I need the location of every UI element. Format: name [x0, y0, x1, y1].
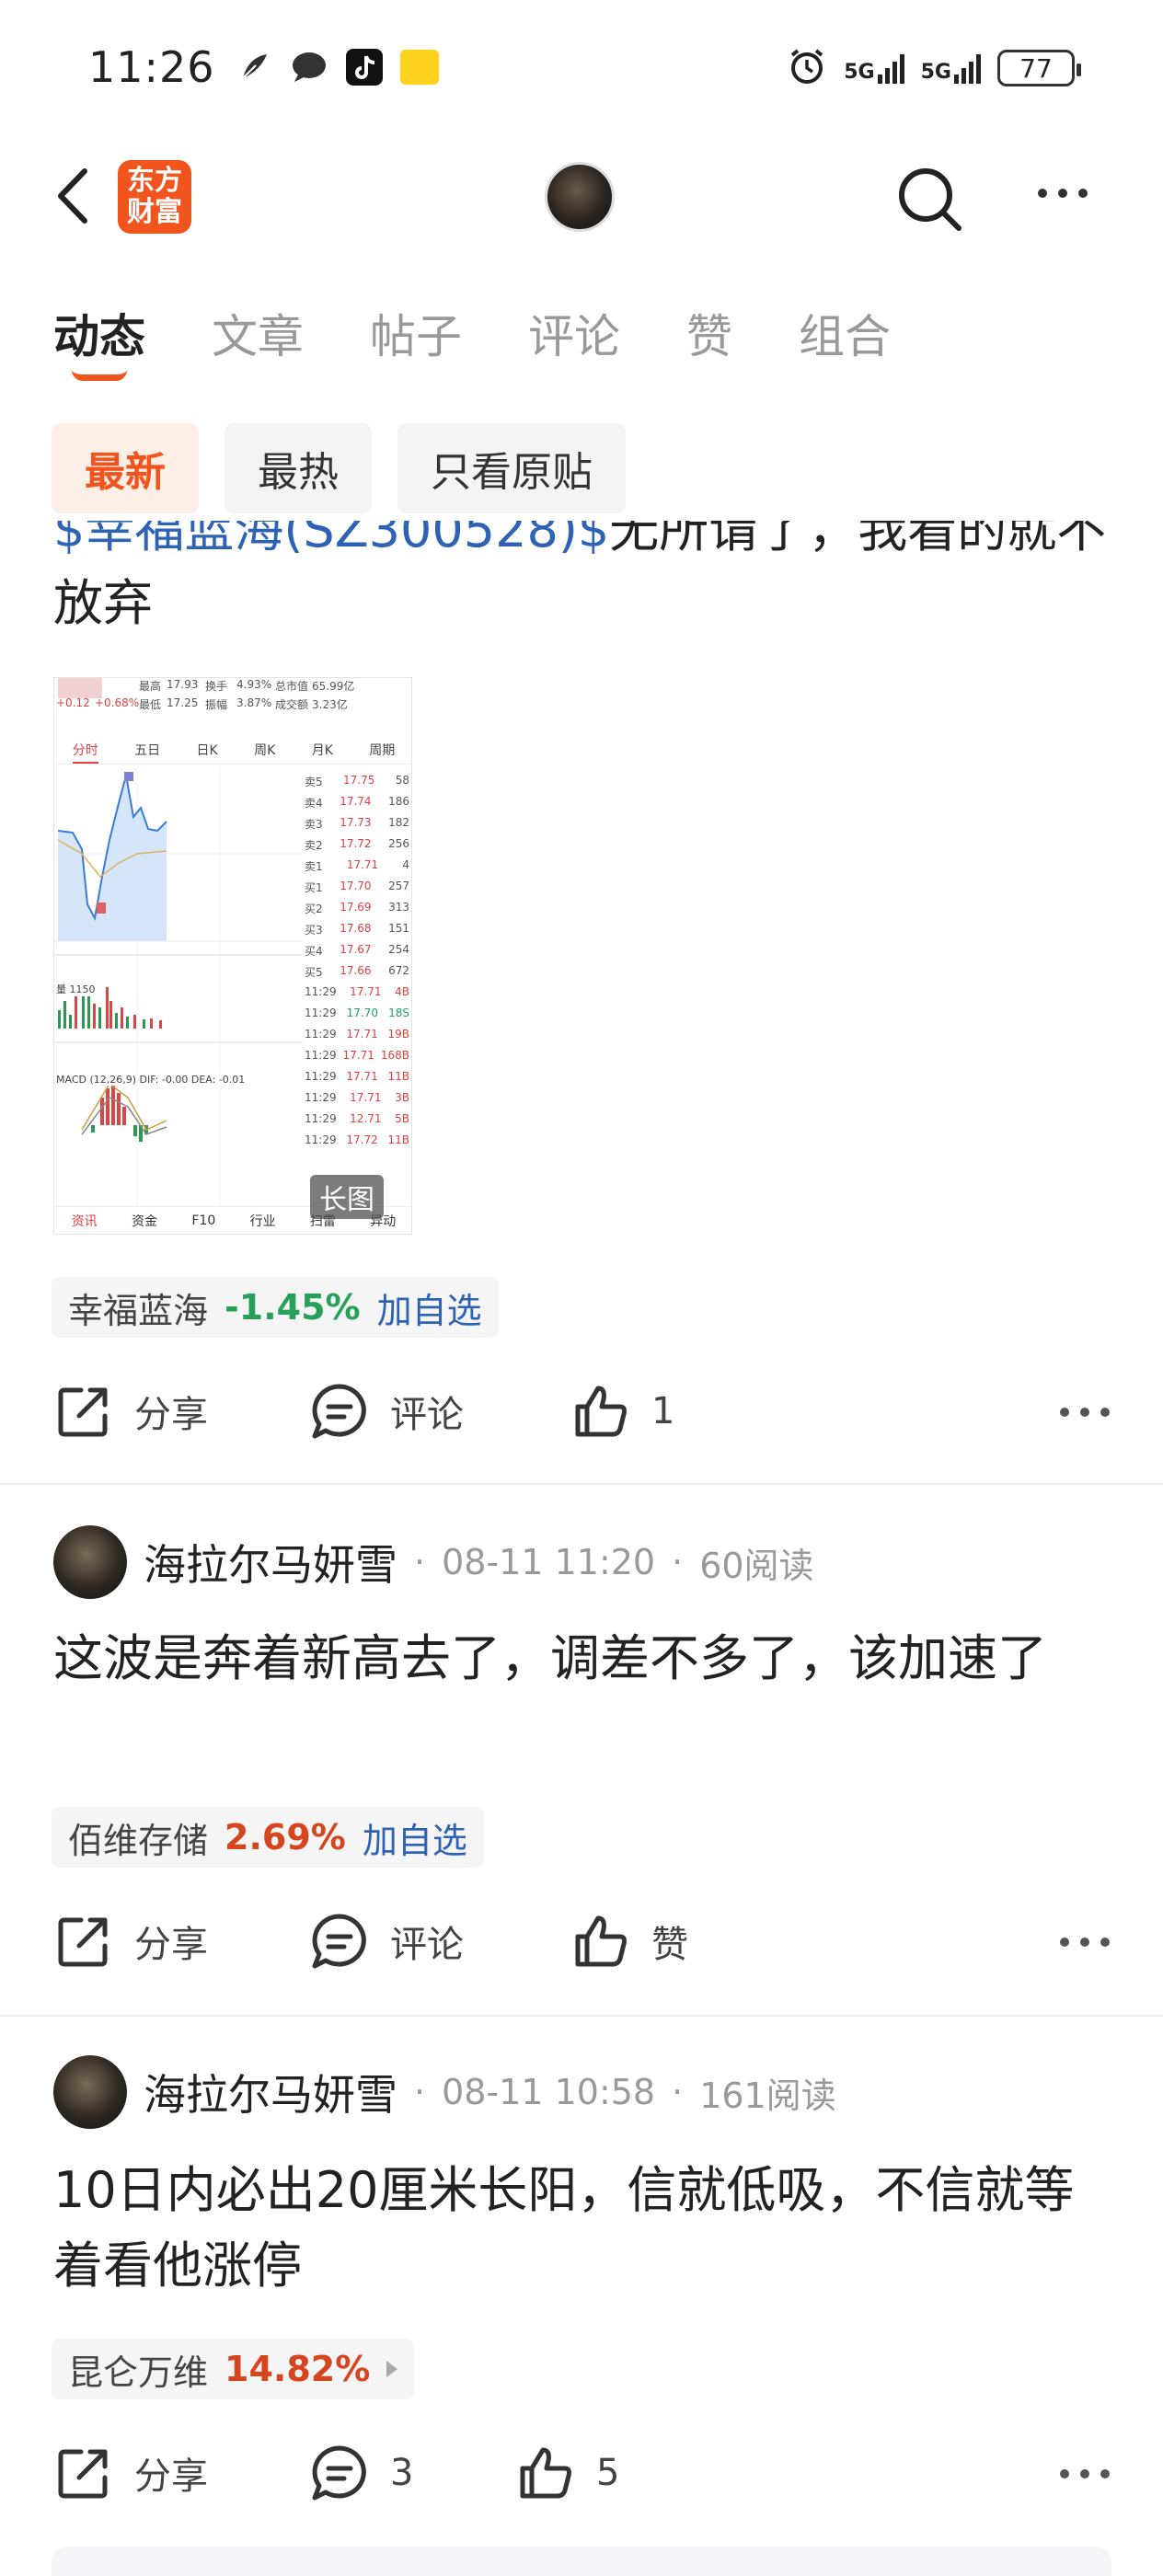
status-right: 5G 5G 77 [787, 46, 1081, 90]
post-actions: 分享 评论 赞 [0, 1904, 1163, 1978]
stock-tag[interactable]: 幸福蓝海 -1.45% 加自选 [52, 1277, 499, 1338]
search-button[interactable] [892, 162, 966, 236]
comment-button[interactable]: 评论 [309, 1904, 464, 1978]
post-image[interactable]: 最高 17.93 换手 4.93% 总市值 65.99亿 +0.12 +0.68… [53, 677, 412, 1235]
user-avatar[interactable] [545, 162, 615, 232]
order-book: 卖5 17.75 58 卖4 17.74 186 卖3 17.73 182 卖2 17.72 2… [305, 774, 409, 1146]
post-reads: 60阅读 [699, 1545, 814, 1586]
signal-2: 5G [921, 52, 981, 84]
signal-bars-icon [877, 52, 904, 84]
signal-bars-icon [954, 52, 981, 84]
tab-dynamic[interactable]: 动态 [53, 300, 145, 381]
status-bar: 11:26 5G 5G 77 [0, 0, 1163, 138]
post-actions: 分享 评论 1 [0, 1374, 1163, 1448]
avatar[interactable] [53, 2055, 127, 2129]
stock-tag[interactable]: 佰维存储 2.69% 加自选 [52, 1807, 484, 1868]
thumbs-up-icon [575, 1386, 627, 1437]
post-author[interactable]: 海拉尔马妍雪 [144, 1532, 397, 1593]
post-more-button[interactable] [1060, 2469, 1110, 2478]
like-button[interactable]: 5 [515, 2436, 619, 2510]
chat-bubble-icon [290, 48, 328, 86]
share-button[interactable]: 分享 [53, 1904, 208, 1978]
post-more-button[interactable] [1060, 1938, 1110, 1947]
post-date: 08-11 10:58 [442, 2072, 656, 2112]
thumbs-up-icon [575, 1915, 627, 1967]
tab-articles[interactable]: 文章 [212, 300, 304, 366]
tab-likes[interactable]: 赞 [686, 300, 732, 366]
post-text[interactable]: $幸福蓝海(SZ300528)$无所谓了，我看的就不放弃 [53, 521, 1121, 640]
meituan-icon [400, 48, 439, 86]
signal-1: 5G [844, 52, 904, 84]
chevron-right-icon [386, 2361, 398, 2377]
share-icon [58, 1917, 108, 1967]
filter-hot[interactable]: 最热 [225, 423, 372, 513]
top-nav: 东方财富 [0, 147, 1163, 248]
intraday-chart [54, 766, 303, 1226]
avatar[interactable] [53, 1525, 127, 1599]
status-time: 11:26 [88, 42, 215, 92]
feed-list: $幸福蓝海(SZ300528)$无所谓了，我看的就不放弃 最高 17.93 换手… [0, 521, 1163, 2576]
post-actions: 分享 3 5 [0, 2436, 1163, 2510]
next-post-card [52, 2547, 1111, 2576]
alarm-icon [787, 46, 827, 90]
long-image-badge: 长图 [310, 1175, 384, 1219]
share-icon [58, 1387, 108, 1437]
post-text[interactable]: 这波是奔着新高去了，调差不多了，该加速了 [53, 1621, 1121, 1696]
post-header: 海拉尔马妍雪 · 08-11 11:20 · 60阅读 [53, 1524, 814, 1601]
back-button[interactable] [48, 164, 103, 228]
comment-button[interactable]: 3 [309, 2436, 413, 2510]
stock-link[interactable]: $幸福蓝海(SZ300528)$ [53, 521, 609, 558]
more-button[interactable] [1038, 175, 1102, 212]
search-icon [899, 168, 961, 231]
dot [1078, 189, 1088, 198]
add-watchlist-button[interactable]: 加自选 [377, 1282, 482, 1333]
battery-indicator: 77 [997, 50, 1081, 86]
post-more-button[interactable] [1060, 1408, 1110, 1417]
profile-tabs: 动态 文章 帖子 评论 赞 组合 [53, 300, 957, 381]
filter-original-only[interactable]: 只看原贴 [397, 423, 626, 513]
volume-label: 量 1150 [56, 982, 96, 996]
post-reads: 161阅读 [699, 2075, 836, 2116]
filter-latest[interactable]: 最新 [52, 423, 199, 513]
status-app-icons [235, 48, 439, 86]
feather-icon [235, 48, 273, 86]
post-author[interactable]: 海拉尔马妍雪 [144, 2062, 397, 2122]
tab-portfolio[interactable]: 组合 [799, 300, 891, 366]
share-icon [58, 2449, 108, 2499]
divider [0, 1483, 1163, 1485]
comment-button[interactable]: 评论 [309, 1374, 464, 1448]
filter-chips: 最新 最热 只看原贴 [52, 423, 626, 513]
tab-comments[interactable]: 评论 [528, 300, 620, 366]
tab-posts[interactable]: 帖子 [370, 300, 462, 366]
share-button[interactable]: 分享 [53, 2436, 208, 2510]
quote-header: 最高 17.93 换手 4.93% 总市值 65.99亿 +0.12 +0.68… [56, 678, 355, 711]
comment-icon [312, 2445, 366, 2501]
like-button[interactable]: 赞 [570, 1904, 688, 1978]
add-watchlist-button[interactable]: 加自选 [363, 1812, 467, 1863]
tiktok-icon [345, 48, 384, 86]
chevron-left-icon [58, 168, 87, 224]
macd-label: MACD (12,26,9) DIF: -0.00 DEA: -0.01 [56, 1074, 246, 1086]
like-button[interactable]: 1 [570, 1374, 674, 1448]
dot [1038, 189, 1047, 198]
share-button[interactable]: 分享 [53, 1374, 208, 1448]
app-logo[interactable]: 东方财富 [118, 160, 191, 234]
thumbs-up-icon [520, 2447, 571, 2499]
dot [1058, 189, 1067, 198]
price-highlight [58, 678, 102, 698]
period-tabs: 分时 五日 日K 周K 月K 周期 [54, 741, 411, 765]
comment-icon [312, 1384, 366, 1439]
comment-icon [312, 1914, 366, 1969]
divider [0, 2015, 1163, 2017]
post-header: 海拉尔马妍雪 · 08-11 10:58 · 161阅读 [53, 2053, 836, 2131]
post-date: 08-11 11:20 [442, 1542, 656, 1582]
stock-tag[interactable]: 昆仑万维 14.82% [52, 2339, 415, 2399]
tab-active-indicator [72, 370, 127, 381]
post-text[interactable]: 10日内必出20厘米长阳，信就低吸，不信就等着看他涨停 [53, 2153, 1121, 2304]
